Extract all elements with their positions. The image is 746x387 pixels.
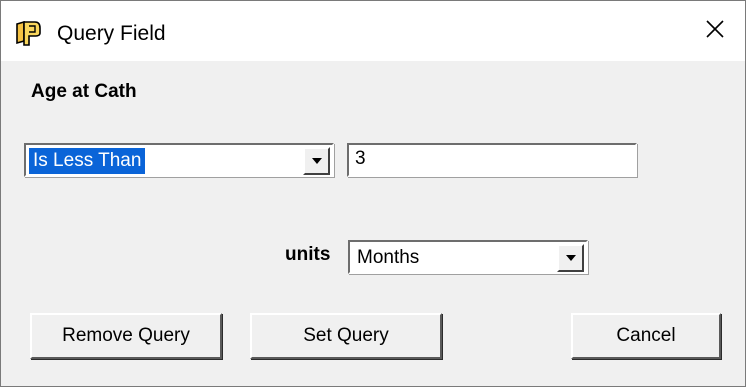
chevron-down-icon	[565, 249, 577, 267]
units-dropdown-button[interactable]	[557, 244, 584, 272]
close-icon	[705, 19, 725, 44]
units-value: Months	[357, 247, 420, 268]
window-title: Query Field	[57, 22, 166, 45]
remove-query-button[interactable]: Remove Query	[30, 313, 222, 359]
close-button[interactable]	[685, 1, 745, 61]
book-icon	[15, 20, 43, 47]
query-field-dialog: Query Field Age at Cath Is Less Than 3 u…	[0, 0, 746, 387]
title-bar: Query Field	[1, 1, 745, 61]
units-label: units	[285, 244, 331, 265]
field-name-label: Age at Cath	[31, 81, 137, 102]
chevron-down-icon	[311, 152, 323, 170]
operator-dropdown[interactable]: Is Less Than	[24, 143, 334, 177]
query-value-input[interactable]: 3	[347, 143, 637, 177]
set-query-button[interactable]: Set Query	[250, 313, 442, 359]
operator-value: Is Less Than	[29, 148, 146, 174]
operator-dropdown-button[interactable]	[303, 147, 330, 175]
units-dropdown[interactable]: Months	[348, 240, 588, 274]
cancel-button[interactable]: Cancel	[571, 313, 721, 359]
